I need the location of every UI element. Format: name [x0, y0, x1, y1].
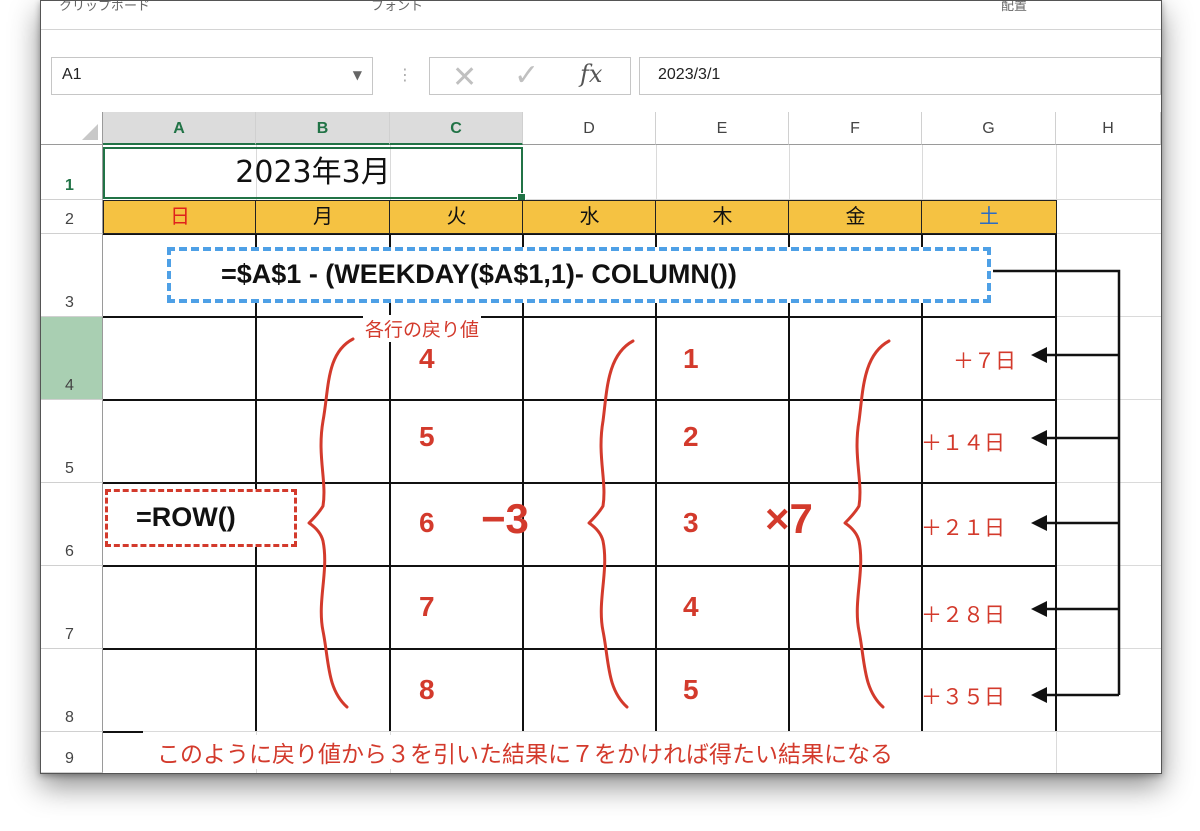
arrowhead-14 [1031, 430, 1047, 446]
arrowhead-7 [1031, 347, 1047, 363]
arrowhead-35 [1031, 687, 1047, 703]
brace-times-seven [843, 339, 891, 709]
brace-row-values [307, 337, 355, 709]
annotation-overlay [307, 269, 1121, 709]
arrowhead-28 [1031, 601, 1047, 617]
excel-window: クリップボード フォント 配置 A1 ▼ ⋮ ✕ ✓ fx 2023/3/1 A… [40, 0, 1162, 774]
connector-from-formula [993, 269, 1121, 695]
arrowhead-21 [1031, 515, 1047, 531]
brace-minus-three [587, 339, 635, 709]
